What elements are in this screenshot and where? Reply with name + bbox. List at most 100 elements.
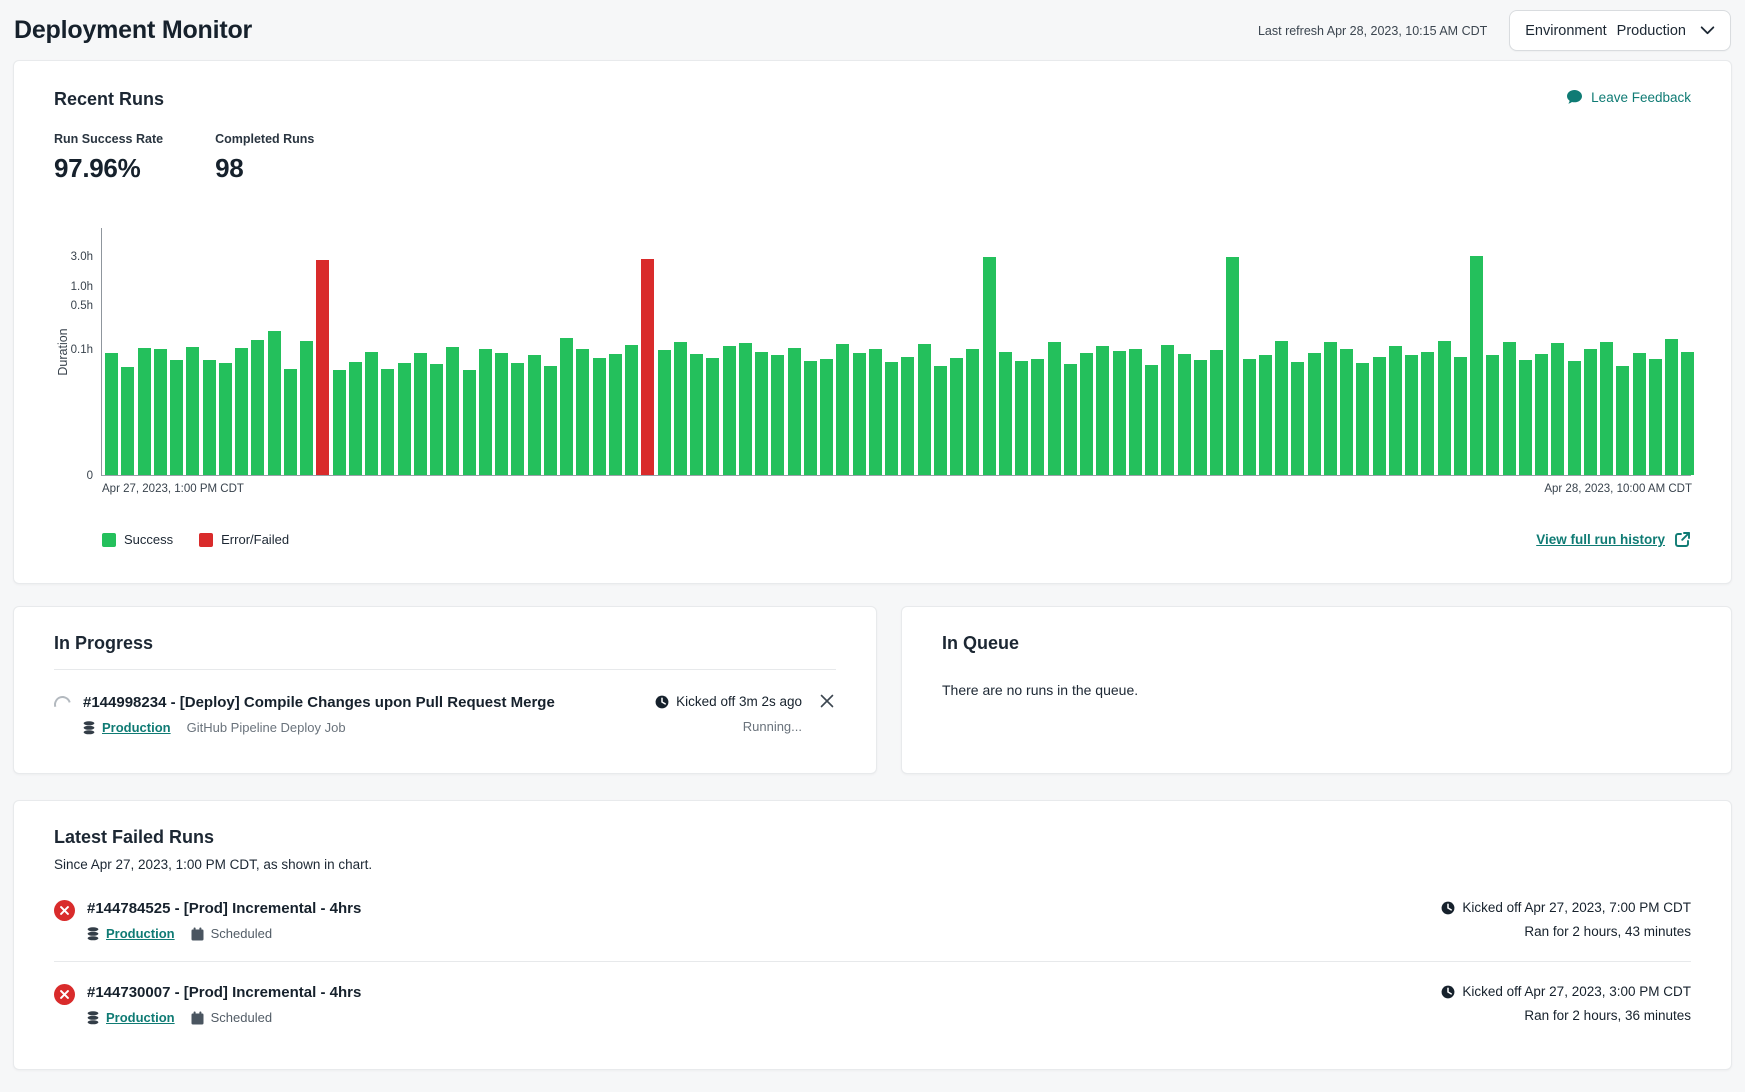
view-full-run-history-link[interactable]: View full run history (1536, 531, 1691, 548)
chart-bar-success[interactable] (219, 363, 232, 476)
chart-bar-success[interactable] (365, 352, 378, 475)
chart-bar-success[interactable] (1243, 359, 1256, 475)
chart-bar-success[interactable] (901, 357, 914, 475)
chart-bar-success[interactable] (446, 347, 459, 475)
chart-bar-success[interactable] (1178, 354, 1191, 475)
chart-bar-success[interactable] (966, 349, 979, 475)
chart-bar-success[interactable] (1096, 346, 1109, 475)
environment-link[interactable]: Production (83, 720, 171, 735)
chart-bar-success[interactable] (804, 361, 817, 475)
chart-bar-success[interactable] (950, 358, 963, 475)
chart-bar-success[interactable] (723, 346, 736, 475)
environment-dropdown[interactable]: Environment Production (1509, 10, 1731, 51)
chart-bar-success[interactable] (658, 350, 671, 475)
chart-bar-success[interactable] (755, 352, 768, 475)
chart-bar-success[interactable] (999, 352, 1012, 475)
chart-bar-success[interactable] (251, 340, 264, 475)
chart-bar-success[interactable] (820, 359, 833, 475)
chart-bar-success[interactable] (674, 342, 687, 475)
chart-bar-success[interactable] (170, 360, 183, 475)
chart-bar-success[interactable] (1356, 363, 1369, 475)
chart-bar-success[interactable] (706, 358, 719, 475)
chart-bar-success[interactable] (121, 367, 134, 475)
chart-bar-success[interactable] (1064, 364, 1077, 475)
chart-bar-success[interactable] (1600, 342, 1613, 475)
chart-bar-success[interactable] (1048, 342, 1061, 475)
chart-bar-success[interactable] (739, 343, 752, 475)
chart-bar-success[interactable] (1226, 257, 1239, 475)
chart-bar-success[interactable] (836, 344, 849, 475)
chart-bar-success[interactable] (1470, 256, 1483, 476)
chart-bar-success[interactable] (609, 354, 622, 475)
chart-bar-failed[interactable] (641, 259, 654, 475)
chart-bar-success[interactable] (1291, 362, 1304, 475)
chart-bar-success[interactable] (544, 366, 557, 475)
chart-bar-success[interactable] (1031, 359, 1044, 475)
chart-bar-success[interactable] (1503, 342, 1516, 475)
chart-bar-success[interactable] (1405, 355, 1418, 475)
chart-bar-success[interactable] (333, 370, 346, 475)
chart-bar-success[interactable] (1486, 355, 1499, 475)
chart-bar-success[interactable] (771, 355, 784, 475)
chart-bar-success[interactable] (560, 338, 573, 475)
chart-bar-success[interactable] (1551, 343, 1564, 475)
chart-bar-success[interactable] (1145, 365, 1158, 475)
chart-bar-success[interactable] (300, 341, 313, 475)
chart-bar-success[interactable] (1308, 353, 1321, 475)
chart-bar-success[interactable] (1535, 354, 1548, 475)
chart-bar-success[interactable] (186, 347, 199, 475)
chart-bar-success[interactable] (593, 358, 606, 475)
chart-bar-success[interactable] (235, 348, 248, 475)
chart-bar-success[interactable] (918, 344, 931, 475)
chart-bar-success[interactable] (1616, 366, 1629, 475)
chart-bar-success[interactable] (788, 348, 801, 475)
chart-bar-success[interactable] (983, 257, 996, 475)
cancel-run-button[interactable] (818, 692, 836, 710)
chart-bar-success[interactable] (1438, 341, 1451, 475)
chart-bar-success[interactable] (1389, 346, 1402, 475)
environment-link[interactable]: Production (87, 1010, 175, 1025)
chart-bar-success[interactable] (1340, 349, 1353, 475)
chart-bar-success[interactable] (1584, 349, 1597, 475)
chart-bar-success[interactable] (1129, 349, 1142, 475)
chart-bar-success[interactable] (105, 353, 118, 475)
chart-bar-success[interactable] (1161, 345, 1174, 475)
chart-bar-success[interactable] (414, 353, 427, 476)
chart-bar-success[interactable] (154, 349, 167, 475)
chart-bar-success[interactable] (1015, 361, 1028, 475)
chart-bar-success[interactable] (1373, 357, 1386, 475)
chart-bar-success[interactable] (1665, 339, 1678, 475)
chart-bar-success[interactable] (869, 349, 882, 475)
chart-bar-success[interactable] (1194, 360, 1207, 475)
chart-bar-success[interactable] (1633, 353, 1646, 475)
chart-bar-success[interactable] (1113, 351, 1126, 475)
chart-bar-success[interactable] (284, 369, 297, 475)
chart-bar-success[interactable] (625, 345, 638, 475)
chart-bar-success[interactable] (381, 369, 394, 475)
chart-bar-success[interactable] (1275, 341, 1288, 475)
chart-bar-success[interactable] (495, 353, 508, 475)
chart-bar-success[interactable] (1519, 360, 1532, 475)
chart-bar-success[interactable] (511, 363, 524, 475)
environment-link[interactable]: Production (87, 926, 175, 941)
chart-bar-success[interactable] (138, 348, 151, 475)
chart-bar-success[interactable] (1649, 359, 1662, 475)
chart-bar-success[interactable] (1681, 352, 1694, 475)
chart-bar-failed[interactable] (316, 260, 329, 475)
chart-bar-success[interactable] (479, 349, 492, 476)
chart-bar-success[interactable] (1259, 355, 1272, 475)
chart-bar-success[interactable] (1210, 350, 1223, 475)
chart-bar-success[interactable] (1324, 342, 1337, 475)
chart-bar-success[interactable] (1568, 361, 1581, 475)
chart-bar-success[interactable] (349, 362, 362, 475)
chart-bar-success[interactable] (1080, 353, 1093, 475)
chart-bar-success[interactable] (934, 366, 947, 475)
chart-bar-success[interactable] (463, 370, 476, 475)
chart-bar-success[interactable] (853, 353, 866, 475)
chart-bar-success[interactable] (576, 349, 589, 475)
chart-bar-success[interactable] (430, 364, 443, 475)
chart-bar-success[interactable] (268, 331, 281, 475)
chart-bar-success[interactable] (1421, 352, 1434, 475)
chart-bar-success[interactable] (690, 354, 703, 475)
chart-bar-success[interactable] (398, 363, 411, 475)
